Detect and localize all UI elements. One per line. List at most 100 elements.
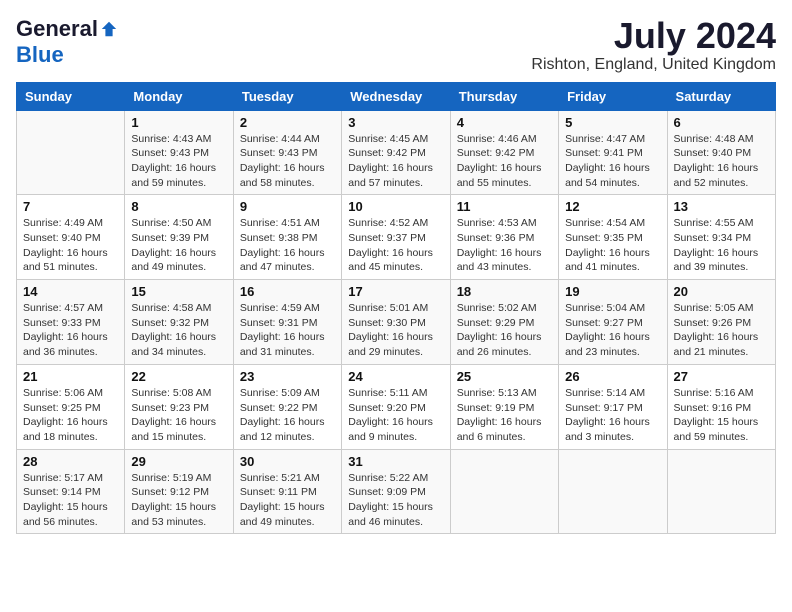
calendar-cell: 19 Sunrise: 5:04 AM Sunset: 9:27 PM Dayli… [559, 280, 667, 365]
day-number: 23 [240, 369, 335, 384]
location-subtitle: Rishton, England, United Kingdom [531, 56, 776, 74]
calendar-cell [667, 449, 775, 534]
calendar-week-row: 7 Sunrise: 4:49 AM Sunset: 9:40 PM Daylig… [17, 195, 776, 280]
calendar-cell: 12 Sunrise: 4:54 AM Sunset: 9:35 PM Dayli… [559, 195, 667, 280]
day-number: 26 [565, 369, 660, 384]
day-info: Sunrise: 4:45 AM Sunset: 9:42 PM Dayligh… [348, 132, 443, 191]
weekday-header-tuesday: Tuesday [233, 82, 341, 110]
day-number: 15 [131, 284, 226, 299]
day-number: 21 [23, 369, 118, 384]
month-year-title: July 2024 [531, 16, 776, 56]
weekday-header-friday: Friday [559, 82, 667, 110]
day-info: Sunrise: 4:51 AM Sunset: 9:38 PM Dayligh… [240, 216, 335, 275]
day-number: 7 [23, 199, 118, 214]
day-info: Sunrise: 4:59 AM Sunset: 9:31 PM Dayligh… [240, 301, 335, 360]
calendar-cell: 30Sunrise: 5:21 AM Sunset: 9:11 PM Dayli… [233, 449, 341, 534]
day-info: Sunrise: 5:13 AM Sunset: 9:19 PM Dayligh… [457, 386, 552, 445]
calendar-week-row: 21 Sunrise: 5:06 AM Sunset: 9:25 PM Dayli… [17, 364, 776, 449]
calendar-cell: 20 Sunrise: 5:05 AM Sunset: 9:26 PM Dayli… [667, 280, 775, 365]
calendar-cell: 10 Sunrise: 4:52 AM Sunset: 9:37 PM Dayli… [342, 195, 450, 280]
day-number: 29 [131, 454, 226, 469]
calendar-cell [559, 449, 667, 534]
logo-icon [100, 20, 118, 38]
day-number: 3 [348, 115, 443, 130]
calendar-cell: 29Sunrise: 5:19 AM Sunset: 9:12 PM Dayli… [125, 449, 233, 534]
weekday-header-saturday: Saturday [667, 82, 775, 110]
calendar-week-row: 14 Sunrise: 4:57 AM Sunset: 9:33 PM Dayli… [17, 280, 776, 365]
day-info: Sunrise: 4:43 AM Sunset: 9:43 PM Dayligh… [131, 132, 226, 191]
calendar-cell: 16 Sunrise: 4:59 AM Sunset: 9:31 PM Dayli… [233, 280, 341, 365]
calendar-cell: 5Sunrise: 4:47 AM Sunset: 9:41 PM Daylig… [559, 110, 667, 195]
day-info: Sunrise: 4:58 AM Sunset: 9:32 PM Dayligh… [131, 301, 226, 360]
calendar-cell: 14 Sunrise: 4:57 AM Sunset: 9:33 PM Dayli… [17, 280, 125, 365]
day-number: 14 [23, 284, 118, 299]
day-info: Sunrise: 5:09 AM Sunset: 9:22 PM Dayligh… [240, 386, 335, 445]
weekday-header-row: SundayMondayTuesdayWednesdayThursdayFrid… [17, 82, 776, 110]
calendar-cell: 22Sunrise: 5:08 AM Sunset: 9:23 PM Dayli… [125, 364, 233, 449]
day-number: 12 [565, 199, 660, 214]
day-number: 9 [240, 199, 335, 214]
day-info: Sunrise: 5:04 AM Sunset: 9:27 PM Dayligh… [565, 301, 660, 360]
calendar-cell: 6 Sunrise: 4:48 AM Sunset: 9:40 PM Daylig… [667, 110, 775, 195]
calendar-week-row: 1Sunrise: 4:43 AM Sunset: 9:43 PM Daylig… [17, 110, 776, 195]
day-info: Sunrise: 5:01 AM Sunset: 9:30 PM Dayligh… [348, 301, 443, 360]
day-info: Sunrise: 5:11 AM Sunset: 9:20 PM Dayligh… [348, 386, 443, 445]
day-info: Sunrise: 4:48 AM Sunset: 9:40 PM Dayligh… [674, 132, 769, 191]
calendar-cell: 23 Sunrise: 5:09 AM Sunset: 9:22 PM Dayli… [233, 364, 341, 449]
day-info: Sunrise: 5:17 AM Sunset: 9:14 PM Dayligh… [23, 471, 118, 530]
day-number: 28 [23, 454, 118, 469]
day-number: 30 [240, 454, 335, 469]
day-number: 25 [457, 369, 552, 384]
calendar-cell: 28 Sunrise: 5:17 AM Sunset: 9:14 PM Dayli… [17, 449, 125, 534]
day-info: Sunrise: 4:52 AM Sunset: 9:37 PM Dayligh… [348, 216, 443, 275]
day-number: 2 [240, 115, 335, 130]
day-number: 31 [348, 454, 443, 469]
logo-general: General [16, 16, 98, 42]
calendar-cell: 13 Sunrise: 4:55 AM Sunset: 9:34 PM Dayli… [667, 195, 775, 280]
calendar-cell: 24 Sunrise: 5:11 AM Sunset: 9:20 PM Dayli… [342, 364, 450, 449]
day-info: Sunrise: 4:44 AM Sunset: 9:43 PM Dayligh… [240, 132, 335, 191]
calendar-cell: 9 Sunrise: 4:51 AM Sunset: 9:38 PM Daylig… [233, 195, 341, 280]
day-info: Sunrise: 4:54 AM Sunset: 9:35 PM Dayligh… [565, 216, 660, 275]
calendar-cell [17, 110, 125, 195]
weekday-header-thursday: Thursday [450, 82, 558, 110]
calendar-cell: 31Sunrise: 5:22 AM Sunset: 9:09 PM Dayli… [342, 449, 450, 534]
calendar-table: SundayMondayTuesdayWednesdayThursdayFrid… [16, 82, 776, 535]
day-info: Sunrise: 5:16 AM Sunset: 9:16 PM Dayligh… [674, 386, 769, 445]
day-number: 11 [457, 199, 552, 214]
calendar-cell [450, 449, 558, 534]
day-number: 24 [348, 369, 443, 384]
day-info: Sunrise: 4:55 AM Sunset: 9:34 PM Dayligh… [674, 216, 769, 275]
day-number: 10 [348, 199, 443, 214]
day-number: 8 [131, 199, 226, 214]
logo-blue: Blue [16, 42, 64, 67]
day-info: Sunrise: 4:46 AM Sunset: 9:42 PM Dayligh… [457, 132, 552, 191]
calendar-cell: 7 Sunrise: 4:49 AM Sunset: 9:40 PM Daylig… [17, 195, 125, 280]
calendar-cell: 11Sunrise: 4:53 AM Sunset: 9:36 PM Dayli… [450, 195, 558, 280]
weekday-header-monday: Monday [125, 82, 233, 110]
weekday-header-wednesday: Wednesday [342, 82, 450, 110]
day-number: 13 [674, 199, 769, 214]
day-info: Sunrise: 4:57 AM Sunset: 9:33 PM Dayligh… [23, 301, 118, 360]
day-info: Sunrise: 5:05 AM Sunset: 9:26 PM Dayligh… [674, 301, 769, 360]
day-number: 6 [674, 115, 769, 130]
day-number: 18 [457, 284, 552, 299]
day-info: Sunrise: 5:06 AM Sunset: 9:25 PM Dayligh… [23, 386, 118, 445]
calendar-cell: 8Sunrise: 4:50 AM Sunset: 9:39 PM Daylig… [125, 195, 233, 280]
calendar-body: 1Sunrise: 4:43 AM Sunset: 9:43 PM Daylig… [17, 110, 776, 534]
title-block: July 2024 Rishton, England, United Kingd… [531, 16, 776, 74]
day-number: 19 [565, 284, 660, 299]
page-header: General Blue July 2024 Rishton, England,… [16, 16, 776, 74]
day-info: Sunrise: 4:49 AM Sunset: 9:40 PM Dayligh… [23, 216, 118, 275]
calendar-cell: 18 Sunrise: 5:02 AM Sunset: 9:29 PM Dayli… [450, 280, 558, 365]
calendar-header: SundayMondayTuesdayWednesdayThursdayFrid… [17, 82, 776, 110]
day-info: Sunrise: 5:14 AM Sunset: 9:17 PM Dayligh… [565, 386, 660, 445]
calendar-cell: 27Sunrise: 5:16 AM Sunset: 9:16 PM Dayli… [667, 364, 775, 449]
day-number: 16 [240, 284, 335, 299]
day-number: 20 [674, 284, 769, 299]
day-number: 4 [457, 115, 552, 130]
calendar-cell: 2 Sunrise: 4:44 AM Sunset: 9:43 PM Daylig… [233, 110, 341, 195]
day-info: Sunrise: 5:02 AM Sunset: 9:29 PM Dayligh… [457, 301, 552, 360]
calendar-cell: 25 Sunrise: 5:13 AM Sunset: 9:19 PM Dayli… [450, 364, 558, 449]
calendar-week-row: 28 Sunrise: 5:17 AM Sunset: 9:14 PM Dayli… [17, 449, 776, 534]
